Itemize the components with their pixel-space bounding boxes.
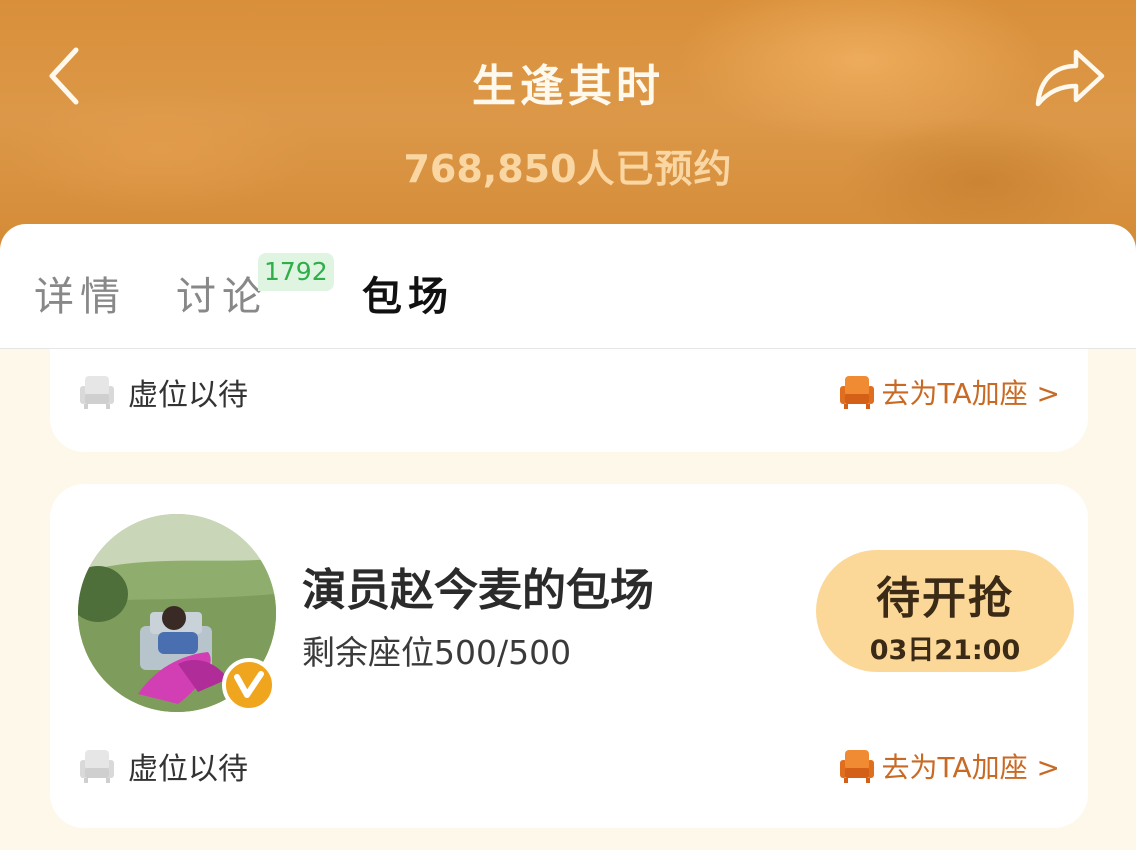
reservation-suffix: 人已预约 [576,147,733,191]
seat-row: 虚位以待 去为TA加座 > [78,740,1060,790]
add-seat-label: 去为TA加座 > [881,377,1060,410]
add-seat-link[interactable]: 去为TA加座 > [838,370,1060,414]
seat-gray-icon [80,376,114,409]
verified-v-badge-icon [222,658,276,712]
add-seat-link[interactable]: 去为TA加座 > [838,744,1060,788]
share-button[interactable] [1030,38,1110,114]
tab-booking[interactable]: 包场 [362,264,454,322]
tab-discussion[interactable]: 讨论 [176,264,268,322]
reservation-count: 768,850人已预约 [318,138,818,193]
grab-button[interactable]: 待开抢 03日21:00 [816,550,1074,672]
discussion-count-badge: 1792 [258,253,334,291]
grab-button-time: 03日21:00 [869,635,1021,666]
seat-status: 虚位以待 [128,378,248,413]
seat-row: 虚位以待 去为TA加座 > [78,366,1060,416]
page-title: 生逢其时 [472,61,664,112]
seat-orange-icon [839,376,874,409]
tab-details[interactable]: 详情 [34,264,126,322]
seat-gray-icon [80,750,114,783]
remaining-seats: 剩余座位500/500 [302,633,572,672]
chevron-left-icon [49,47,79,105]
back-button[interactable] [40,40,100,112]
seat-orange-icon [839,750,874,783]
booking-name[interactable]: 演员赵今麦的包场 [302,554,654,618]
seat-status: 虚位以待 [128,752,248,787]
grab-button-label: 待开抢 [876,573,1014,624]
add-seat-label: 去为TA加座 > [881,751,1060,784]
reservation-number: 768,850 [403,147,577,191]
share-arrow-icon [1035,49,1105,107]
tab-bar: 详情 讨论 1792 包场 [0,224,1136,349]
booking-card: 演员赵今麦的包场 剩余座位500/500 待开抢 03日21:00 虚位以待 去… [50,484,1088,828]
header: 生逢其时 768,850人已预约 [0,0,1136,260]
